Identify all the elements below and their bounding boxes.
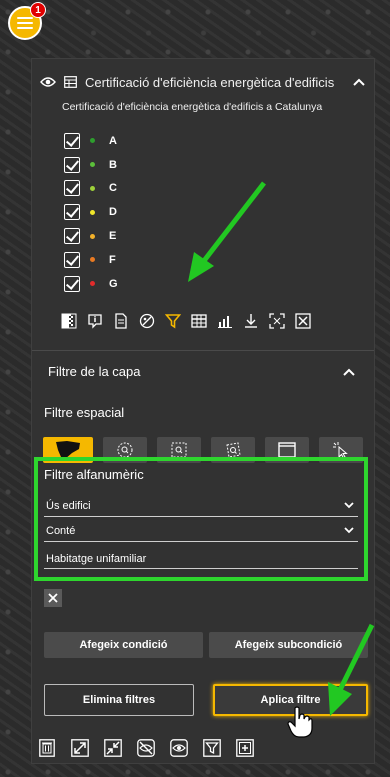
menu-icon [17,17,33,29]
legend-list: ABCDEFG [32,123,374,296]
search-circle-icon [117,442,133,458]
legend-item: D [64,200,374,224]
spatial-filter-label: Filtre espacial [44,404,125,420]
filter-section-header[interactable]: Filtre de la capa [32,351,374,393]
download-icon[interactable] [240,310,262,332]
filter-section-title: Filtre de la capa [48,364,141,380]
legend-checkbox[interactable] [64,251,80,268]
legend-item: G [64,272,374,296]
search-polygon-icon [226,441,241,458]
collapse-icon[interactable] [102,737,124,759]
info-icon[interactable] [84,310,106,332]
field-select[interactable]: Ús edifici [44,495,358,517]
filter-action-buttons: Elimina filtres Aplica filtre [32,684,376,716]
layer-title: Certificació d'eficiència energètica d'e… [85,74,335,90]
condition-buttons: Afegeix condició Afegeix subcondició [32,632,376,658]
chevron-up-icon[interactable] [342,367,356,377]
legend-item: F [64,248,374,272]
value-input[interactable]: Habitatge unifamiliar [44,545,358,569]
legend-label: A [109,134,117,147]
window-icon [278,441,296,458]
chevron-up-icon[interactable] [352,77,366,87]
hand-cursor-icon [287,706,313,738]
expand-icon[interactable] [69,737,91,759]
document-icon[interactable] [110,310,132,332]
legend-label: E [109,230,117,243]
alphanumeric-filter-box: Filtre alfanumèric Ús edifici Conté Habi… [34,457,368,581]
remove-layer-icon[interactable] [292,310,314,332]
layer-panel: Certificació d'eficiència energètica d'e… [31,58,375,764]
style-icon[interactable] [136,310,158,332]
add-condition-button[interactable]: Afegeix condició [44,632,203,658]
remove-filters-button[interactable]: Elimina filtres [44,684,194,716]
legend-checkbox[interactable] [64,132,80,149]
legend-label: G [109,277,118,290]
field-select-value: Ús edifici [46,499,91,512]
legend-color-dot [90,162,95,168]
legend-checkbox[interactable] [64,275,80,292]
legend-item: A [64,129,374,153]
legend-checkbox[interactable] [64,228,80,245]
legend-checkbox[interactable] [64,180,80,197]
legend-label: B [109,158,117,171]
hide-all-icon[interactable] [135,737,157,759]
legend-color-dot [90,257,95,263]
legend-label: C [109,182,117,195]
chart-icon[interactable] [214,310,236,332]
eye-icon[interactable] [40,76,56,88]
bottom-toolbar [32,737,256,759]
filter-all-icon[interactable] [201,737,223,759]
search-rectangle-icon [171,442,187,458]
remove-condition-button[interactable] [44,589,62,607]
legend-checkbox[interactable] [64,156,80,173]
legend-color-dot [90,281,95,287]
add-layer-icon[interactable] [234,737,256,759]
show-all-icon[interactable] [168,737,190,759]
close-icon [48,593,58,603]
opacity-icon[interactable] [58,310,80,332]
legend-label: F [109,253,116,266]
alphanumeric-filter-label: Filtre alfanumèric [44,467,144,482]
chevron-down-icon [344,502,354,509]
legend-color-dot [90,233,95,239]
pointer-select-icon [333,441,348,458]
operator-select-value: Conté [46,524,76,537]
operator-select[interactable]: Conté [44,520,358,542]
grid-table-icon[interactable] [188,310,210,332]
add-subcondition-button[interactable]: Afegeix subcondició [209,632,368,658]
legend-color-dot [90,209,95,215]
legend-checkbox[interactable] [64,204,80,221]
chevron-down-icon [344,527,354,534]
trash-icon[interactable] [36,737,58,759]
legend-item: B [64,153,374,177]
legend-item: C [64,177,374,201]
layer-toolbar [32,296,374,336]
zoom-extent-icon[interactable] [266,310,288,332]
legend-color-dot [90,185,95,191]
legend-color-dot [90,138,95,144]
filter-icon[interactable] [162,310,184,332]
legend-label: D [109,206,117,219]
notification-badge: 1 [30,2,46,18]
legend-item: E [64,224,374,248]
layer-header[interactable]: Certificació d'eficiència energètica d'e… [32,59,374,93]
table-icon[interactable] [64,76,77,88]
layer-subtitle: Certificació d'eficiència energètica d'e… [62,101,323,113]
